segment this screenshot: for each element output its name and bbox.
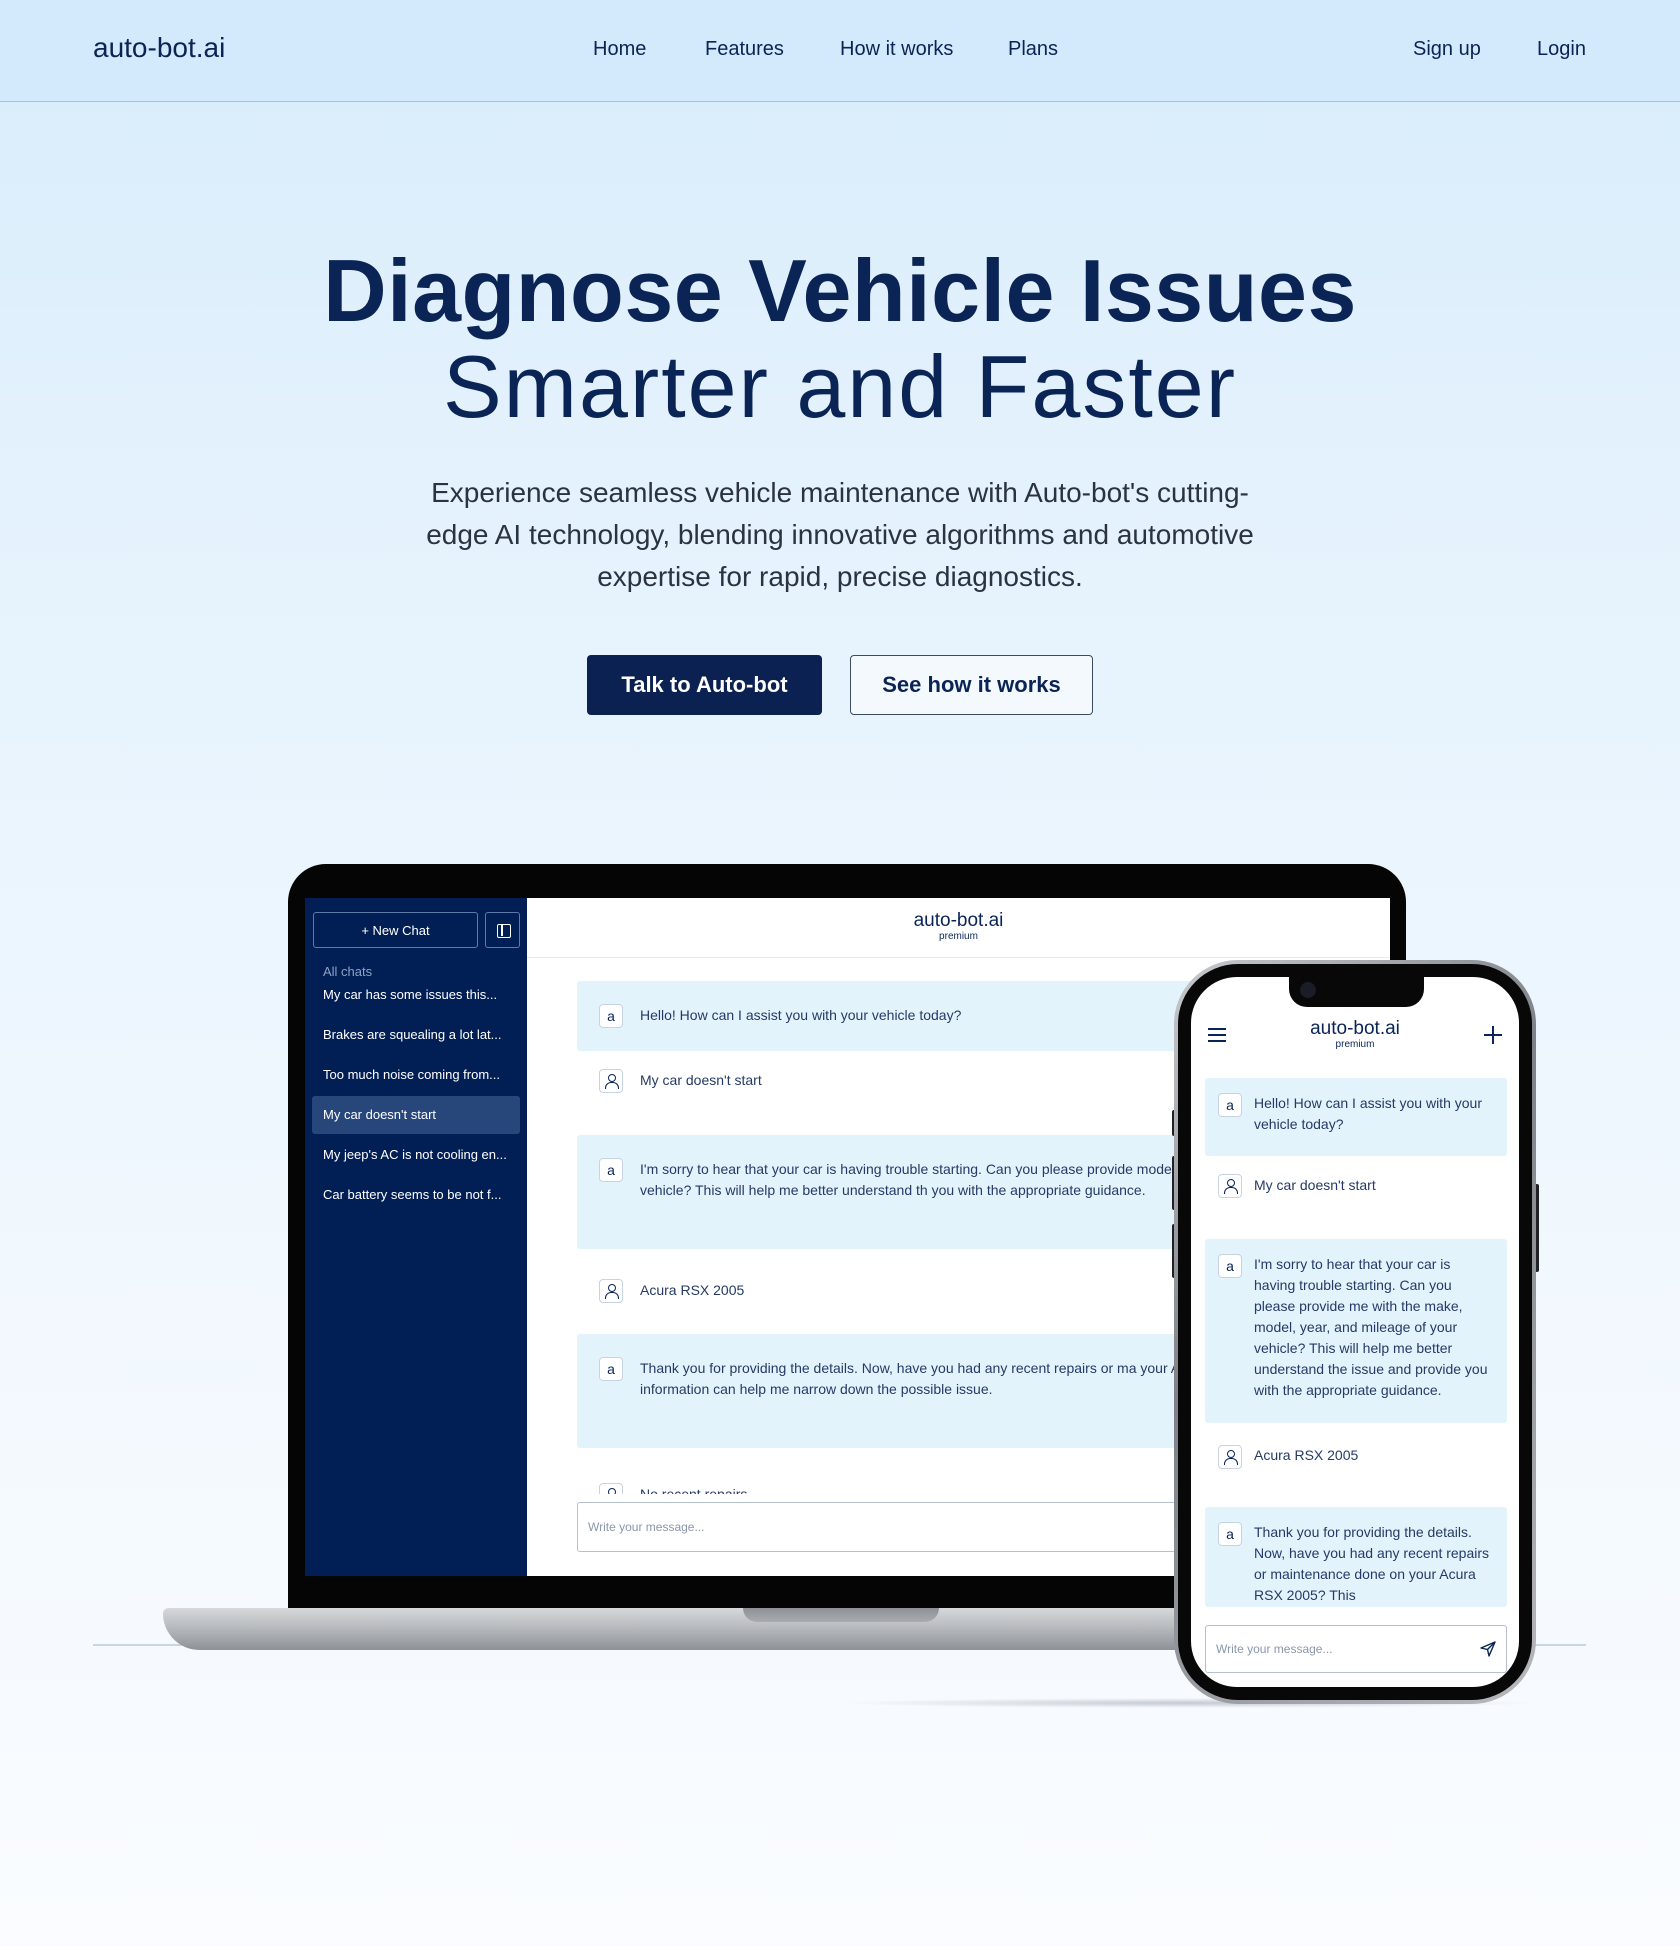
chat-history-item[interactable]: My car has some issues this... (312, 976, 520, 1014)
chat-history-item[interactable]: Car battery seems to be not f... (312, 1176, 520, 1214)
bot-avatar-icon: a (599, 1357, 623, 1381)
new-chat-button[interactable]: + New Chat (313, 912, 478, 948)
nav-link-features[interactable]: Features (705, 38, 784, 61)
phone-screen: auto-bot.ai premium a Hello! How can I a… (1191, 977, 1519, 1687)
phone-plan-tier-label: premium (1335, 1039, 1375, 1050)
bot-avatar-icon: a (1218, 1522, 1242, 1546)
user-icon (1218, 1174, 1242, 1198)
sidebar-toggle-icon[interactable] (485, 912, 520, 948)
nav-link-plans[interactable]: Plans (1008, 38, 1058, 61)
sign-up-link[interactable]: Sign up (1413, 38, 1481, 61)
hero-title-line2: Smarter and Faster (442, 337, 1238, 436)
see-how-it-works-button[interactable]: See how it works (850, 655, 1093, 715)
chat-header: auto-bot.ai premium (527, 898, 1390, 958)
hero-subtitle: Experience seamless vehicle maintenance … (426, 477, 1254, 592)
phone-chat-brand: auto-bot.ai (1310, 1018, 1400, 1039)
bot-avatar-icon: a (1218, 1254, 1242, 1278)
chat-history-item-active[interactable]: My car doesn't start (312, 1096, 520, 1134)
send-icon[interactable] (1480, 1641, 1496, 1657)
bot-message: a I'm sorry to hear that your car is hav… (1205, 1239, 1507, 1423)
user-message: My car doesn't start (1205, 1156, 1507, 1216)
nav-link-home[interactable]: Home (593, 38, 646, 61)
login-link[interactable]: Login (1537, 38, 1586, 61)
nav-link-how-it-works[interactable]: How it works (840, 38, 953, 61)
user-message: Acura RSX 2005 (1205, 1423, 1507, 1483)
chat-history-item[interactable]: Brakes are squealing a lot lat... (312, 1016, 520, 1054)
plan-tier-label: premium (939, 931, 978, 942)
hero-title-line1: Diagnose Vehicle Issues (323, 241, 1357, 340)
phone-message-input[interactable] (1205, 1625, 1507, 1673)
bot-avatar-icon: a (1218, 1093, 1242, 1117)
top-navbar: auto-bot.ai Home Features How it works P… (0, 0, 1680, 102)
chat-history-item[interactable]: My jeep's AC is not cooling en... (312, 1136, 520, 1174)
site-logo[interactable]: auto-bot.ai (93, 32, 225, 64)
bot-avatar-icon: a (599, 1158, 623, 1182)
chat-sidebar: + New Chat All chats My car has some iss… (305, 898, 527, 1576)
user-icon (599, 1279, 623, 1303)
bot-avatar-icon: a (599, 1004, 623, 1028)
user-icon (599, 1483, 623, 1494)
chat-brand: auto-bot.ai (913, 910, 1004, 931)
talk-to-autobot-button[interactable]: Talk to Auto-bot (587, 655, 822, 715)
bot-message: a Thank you for providing the details. N… (1205, 1507, 1507, 1607)
phone-camera (1300, 982, 1316, 998)
chat-history-item[interactable]: Too much noise coming from... (312, 1056, 520, 1094)
phone-message-field[interactable] (1206, 1626, 1466, 1672)
laptop-opening-notch (743, 1608, 939, 1622)
plus-icon[interactable] (1484, 1026, 1502, 1044)
user-icon (1218, 1445, 1242, 1469)
user-icon (599, 1069, 623, 1093)
bot-message: a Hello! How can I assist you with your … (1205, 1078, 1507, 1156)
